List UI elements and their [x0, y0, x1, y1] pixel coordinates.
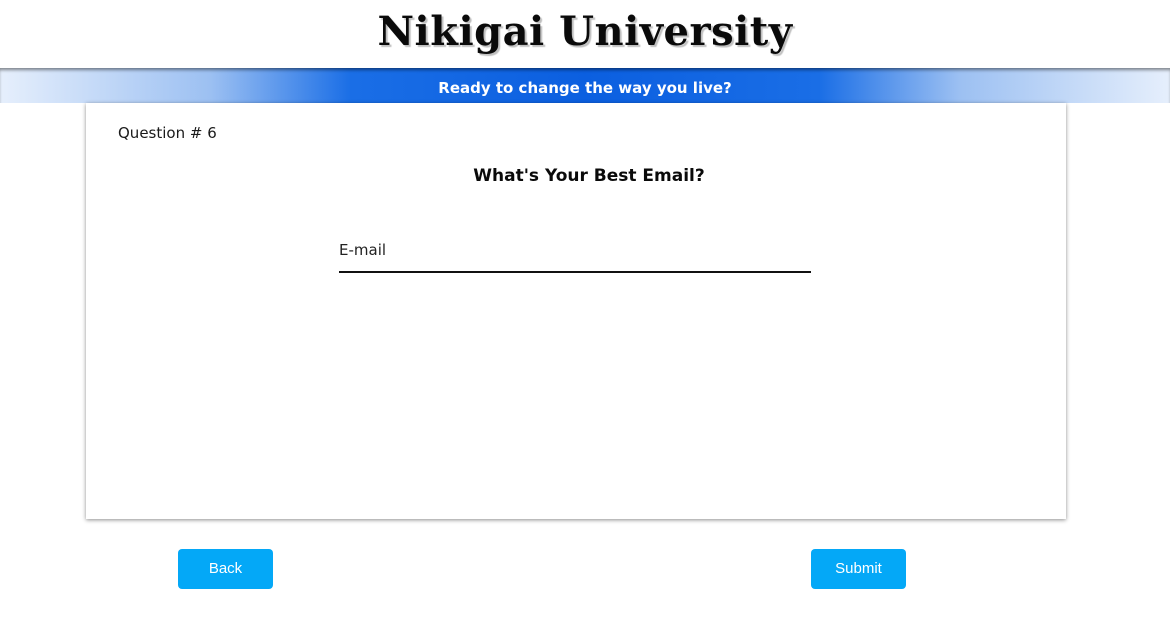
tagline-banner: Ready to change the way you live? [0, 68, 1170, 103]
question-card: Question # 6 What's Your Best Email? [86, 103, 1066, 519]
tagline-text: Ready to change the way you live? [438, 79, 732, 97]
email-input[interactable] [339, 229, 811, 273]
question-number-label: Question # 6 [118, 124, 217, 142]
question-prompt: What's Your Best Email? [473, 166, 705, 186]
submit-button[interactable]: Submit [811, 549, 906, 589]
back-button[interactable]: Back [178, 549, 273, 589]
site-header: Nikigai University [0, 0, 1170, 68]
site-title: Nikigai University [377, 8, 793, 55]
